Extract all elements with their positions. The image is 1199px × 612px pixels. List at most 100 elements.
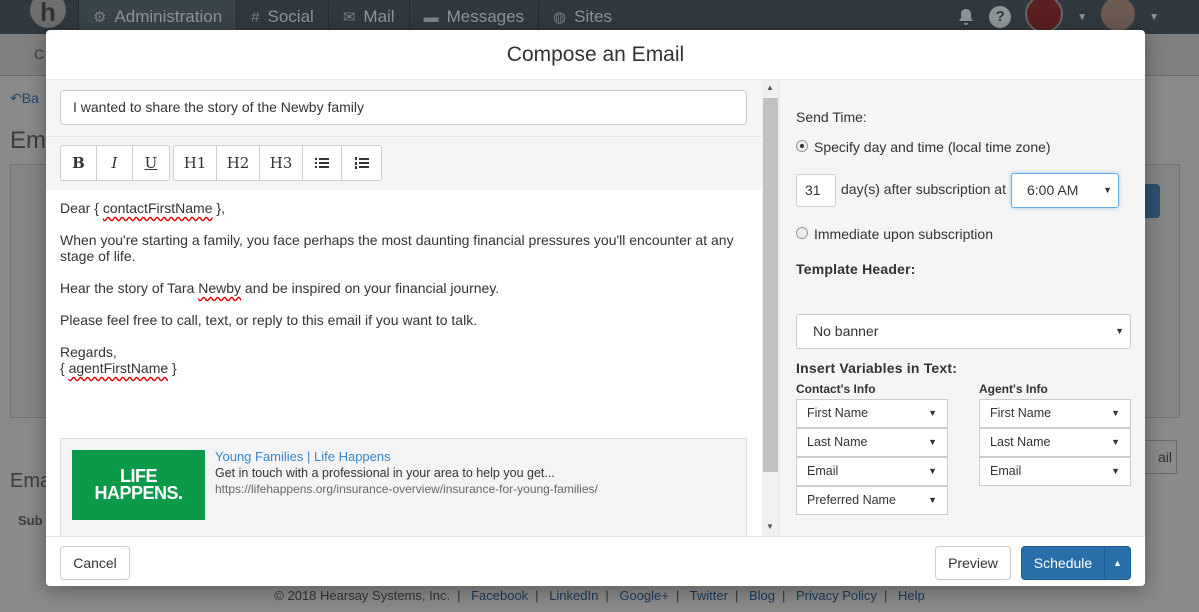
hash-icon: #	[251, 8, 260, 26]
template-header-label: Template Header:	[796, 261, 916, 277]
greeting-line: Dear { contactFirstName },	[60, 200, 225, 216]
subnav-fragment: C	[34, 46, 45, 62]
footer-link-help[interactable]: Help	[898, 588, 925, 603]
gear-icon: ⚙	[93, 9, 107, 26]
bell-icon[interactable]	[957, 8, 975, 26]
editor-column: I wanted to share the story of the Newby…	[46, 80, 762, 538]
scroll-thumb[interactable]	[763, 98, 778, 472]
contact-first-name-variable: contactFirstName	[102, 200, 213, 216]
text-style-group: B I U	[60, 145, 170, 181]
editor-scrollbar[interactable]: ▲ ▼	[762, 80, 779, 536]
chevron-down-icon: ▼	[1115, 326, 1124, 336]
chat-icon: ▬	[423, 8, 439, 26]
footer-link-linkedin[interactable]: LinkedIn	[549, 588, 598, 603]
link-preview-url: https://lifehappens.org/insurance-overvi…	[215, 482, 598, 496]
nav-tab-label: Administration	[114, 7, 223, 26]
agent-variable-last-name[interactable]: Last Name ▼	[979, 428, 1131, 457]
nav-tab-label: Messages	[446, 7, 525, 26]
bullet-list-icon	[315, 158, 329, 168]
caret-down-icon: ▼	[928, 437, 937, 447]
scroll-down-icon[interactable]: ▼	[766, 522, 774, 531]
nav-tab-messages[interactable]: ▬ Messages	[408, 0, 538, 34]
link-preview-card[interactable]: LIFE HAPPENS. Young Families | Life Happ…	[60, 438, 747, 538]
closing-line: Regards,	[60, 344, 117, 360]
logo[interactable]: h	[30, 0, 66, 28]
footer-link-facebook[interactable]: Facebook	[471, 588, 528, 603]
chevron-down-icon[interactable]: ▼	[1149, 12, 1159, 23]
nav-tab-mail[interactable]: ✉ Mail	[327, 0, 409, 34]
modal-title: Compose an Email	[46, 30, 1145, 80]
italic-button[interactable]: I	[97, 146, 133, 180]
contact-variable-email[interactable]: Email ▼	[796, 457, 948, 486]
top-nav: h ⚙ Administration # Social ✉ Mail ▬ Mes…	[0, 0, 1199, 34]
bullet-list-button[interactable]	[303, 146, 342, 180]
schedule-button[interactable]: Schedule	[1022, 547, 1105, 579]
chevron-down-icon: ▼	[1103, 185, 1112, 195]
copyright: © 2018 Hearsay Systems, Inc.	[274, 588, 451, 603]
footer-link-twitter[interactable]: Twitter	[690, 588, 728, 603]
life-happens-logo: LIFE HAPPENS.	[72, 450, 205, 520]
body-paragraph-3: Please feel free to call, text, or reply…	[60, 312, 478, 328]
agent-variable-email[interactable]: Email ▼	[979, 457, 1131, 486]
modal-footer: Cancel Preview Schedule ▲	[46, 536, 1145, 586]
nav-tab-social[interactable]: # Social	[236, 0, 328, 34]
nav-tab-label: Mail	[363, 7, 395, 26]
immediate-label[interactable]: Immediate upon subscription	[814, 226, 993, 242]
cancel-button[interactable]: Cancel	[60, 546, 130, 580]
time-select[interactable]: 6:00 AM ▼	[1011, 173, 1119, 208]
nav-tab-label: Sites	[574, 7, 612, 26]
page-footer: © 2018 Hearsay Systems, Inc. | Facebook | …	[274, 588, 925, 603]
back-link[interactable]: ↶Ba	[10, 90, 39, 107]
heading2-button[interactable]: H2	[217, 146, 260, 180]
agent-variable-first-name[interactable]: First Name ▼	[979, 399, 1131, 428]
caret-up-icon[interactable]: ▲	[1105, 547, 1130, 579]
scroll-up-icon[interactable]: ▲	[766, 83, 774, 92]
link-preview-title[interactable]: Young Families | Life Happens	[215, 449, 391, 465]
numbered-list-icon	[354, 156, 369, 169]
numbered-list-button[interactable]	[342, 146, 381, 180]
subject-input[interactable]: I wanted to share the story of the Newby…	[60, 90, 747, 125]
envelope-icon: ✉	[342, 9, 356, 26]
contact-variable-last-name[interactable]: Last Name ▼	[796, 428, 948, 457]
preview-button[interactable]: Preview	[935, 546, 1011, 580]
caret-down-icon: ▼	[1111, 408, 1120, 418]
user-avatar[interactable]	[1101, 0, 1136, 31]
specify-time-label[interactable]: Specify day and time (local time zone)	[814, 139, 1051, 155]
footer-link-blog[interactable]: Blog	[749, 588, 775, 603]
agent-first-name-variable: agentFirstName	[68, 360, 169, 376]
days-input[interactable]: 31	[796, 174, 836, 207]
banner-select[interactable]: No banner ▼	[796, 314, 1131, 349]
block-format-group: H1 H2 H3	[173, 145, 382, 181]
nav-tab-sites[interactable]: ◍ Sites	[538, 0, 626, 34]
heading3-button[interactable]: H3	[260, 146, 303, 180]
bold-button[interactable]: B	[61, 146, 97, 180]
signature-line: { agentFirstName }	[60, 360, 177, 376]
nav-tab-administration[interactable]: ⚙ Administration	[78, 0, 237, 34]
immediate-radio[interactable]	[796, 227, 808, 239]
help-icon[interactable]: ?	[989, 6, 1012, 28]
chevron-down-icon[interactable]: ▼	[1077, 12, 1087, 23]
agent-info-label: Agent's Info	[979, 382, 1048, 396]
send-time-label: Send Time:	[796, 109, 867, 125]
settings-column: Send Time: Specify day and time (local t…	[779, 80, 1145, 536]
globe-icon: ◍	[553, 9, 567, 26]
caret-down-icon: ▼	[1111, 437, 1120, 447]
caret-down-icon: ▼	[928, 495, 937, 505]
caret-down-icon: ▼	[928, 408, 937, 418]
body-paragraph-2: Hear the story of Tara Newby and be insp…	[60, 280, 500, 296]
contact-variable-first-name[interactable]: First Name ▼	[796, 399, 948, 428]
caret-down-icon: ▼	[928, 466, 937, 476]
link-preview-description: Get in touch with a professional in your…	[215, 466, 555, 480]
insert-variables-label: Insert Variables in Text:	[796, 360, 958, 376]
specify-time-radio[interactable]	[796, 140, 808, 152]
contact-info-label: Contact's Info	[796, 382, 876, 396]
underline-button[interactable]: U	[133, 146, 169, 180]
contact-variable-preferred-name[interactable]: Preferred Name ▼	[796, 486, 948, 515]
section-heading: Ema	[10, 470, 52, 492]
column-header: Sub	[18, 513, 43, 528]
brand-avatar[interactable]	[1025, 0, 1064, 33]
footer-link-privacy[interactable]: Privacy Policy	[796, 588, 877, 603]
heading1-button[interactable]: H1	[174, 146, 217, 180]
footer-link-googleplus[interactable]: Google+	[619, 588, 669, 603]
email-body-editor[interactable]: Dear { contactFirstName }, When you're s…	[46, 190, 762, 538]
